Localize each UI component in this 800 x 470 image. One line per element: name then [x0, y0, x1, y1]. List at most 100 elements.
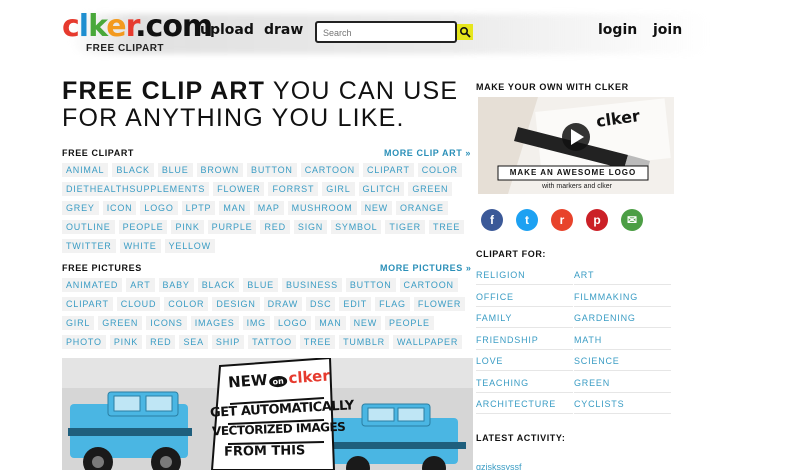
- latest-activity-item[interactable]: gziskssyssf: [476, 462, 522, 470]
- clipart-tag[interactable]: SIGN: [293, 220, 328, 234]
- clipart-tag[interactable]: ANIMAL: [62, 163, 109, 177]
- clipart-for-link[interactable]: MATH: [574, 335, 602, 345]
- more-pictures-link[interactable]: MORE PICTURES »: [380, 263, 472, 273]
- clipart-tag[interactable]: BLUE: [157, 163, 193, 177]
- picture-tag[interactable]: RED: [146, 335, 176, 349]
- picture-tag[interactable]: EDIT: [339, 297, 372, 311]
- nav-draw[interactable]: draw: [264, 22, 303, 38]
- picture-tag[interactable]: BUTTON: [345, 278, 396, 292]
- clipart-tag[interactable]: FLOWER: [213, 182, 265, 196]
- picture-tag[interactable]: CARTOON: [399, 278, 458, 292]
- picture-tag[interactable]: BUSINESS: [281, 278, 342, 292]
- picture-tag[interactable]: IMG: [242, 316, 270, 330]
- clipart-tag[interactable]: FORRST: [268, 182, 319, 196]
- clipart-for-link[interactable]: TEACHING: [476, 378, 529, 388]
- clipart-for-link[interactable]: SCIENCE: [574, 356, 620, 366]
- picture-tag[interactable]: WALLPAPER: [392, 335, 463, 349]
- clipart-for-link[interactable]: FAMILY: [476, 313, 512, 323]
- clipart-tag[interactable]: MUSHROOM: [287, 201, 357, 215]
- picture-tag[interactable]: COLOR: [164, 297, 209, 311]
- nav-join[interactable]: join: [653, 22, 682, 38]
- picture-tag[interactable]: PINK: [109, 335, 143, 349]
- clipart-tag[interactable]: MAN: [219, 201, 250, 215]
- clipart-tag[interactable]: ICON: [102, 201, 137, 215]
- picture-tag[interactable]: PHOTO: [62, 335, 106, 349]
- picture-tag[interactable]: GREEN: [98, 316, 143, 330]
- facebook-icon[interactable]: f: [481, 209, 503, 231]
- clipart-tag[interactable]: CLIPART: [362, 163, 414, 177]
- picture-tag[interactable]: LOGO: [273, 316, 312, 330]
- reddit-icon[interactable]: r: [551, 209, 573, 231]
- clipart-tag[interactable]: PEOPLE: [118, 220, 168, 234]
- clipart-tag[interactable]: TREE: [428, 220, 465, 234]
- picture-tag[interactable]: SHIP: [211, 335, 245, 349]
- picture-tag[interactable]: NEW: [349, 316, 381, 330]
- picture-tag[interactable]: CLOUD: [116, 297, 161, 311]
- twitter-icon[interactable]: t: [516, 209, 538, 231]
- clipart-tag[interactable]: ORANGE: [395, 201, 448, 215]
- picture-tag[interactable]: ANIMATED: [62, 278, 123, 292]
- search-button[interactable]: [457, 24, 473, 40]
- picture-tag[interactable]: TREE: [299, 335, 336, 349]
- picture-tag[interactable]: MAN: [315, 316, 346, 330]
- clipart-for-link[interactable]: FRIENDSHIP: [476, 335, 539, 345]
- site-logo[interactable]: clker.com FREE CLIPART: [62, 10, 213, 56]
- clker-video-thumbnail[interactable]: clker MAKE AN AWESOME LOGO with markers …: [478, 97, 674, 194]
- clipart-tag[interactable]: NEW: [360, 201, 392, 215]
- clipart-tag[interactable]: MAP: [253, 201, 284, 215]
- clipart-tag[interactable]: PURPLE: [207, 220, 257, 234]
- clipart-tag[interactable]: GREEN: [408, 182, 453, 196]
- more-clipart-link[interactable]: MORE CLIP ART »: [384, 148, 471, 158]
- picture-tag[interactable]: DSC: [306, 297, 336, 311]
- clipart-tag[interactable]: BROWN: [196, 163, 244, 177]
- picture-tag[interactable]: IMAGES: [190, 316, 239, 330]
- picture-tag[interactable]: FLAG: [375, 297, 410, 311]
- pinterest-icon[interactable]: p: [586, 209, 608, 231]
- clipart-for-link[interactable]: ART: [574, 270, 594, 280]
- picture-tag[interactable]: PEOPLE: [385, 316, 434, 330]
- clipart-for-link[interactable]: CYCLISTS: [574, 399, 624, 409]
- clipart-tag[interactable]: PINK: [171, 220, 204, 234]
- clipart-tag[interactable]: COLOR: [417, 163, 462, 177]
- clipart-tag[interactable]: CARTOON: [300, 163, 359, 177]
- clipart-tag[interactable]: LPTP: [181, 201, 216, 215]
- clipart-tag[interactable]: DIETHEALTHSUPPLEMENTS: [62, 182, 210, 196]
- clipart-tag[interactable]: GIRL: [322, 182, 355, 196]
- picture-tag[interactable]: BLACK: [197, 278, 240, 292]
- clipart-for-link[interactable]: GREEN: [574, 378, 610, 388]
- clipart-tag[interactable]: GREY: [62, 201, 99, 215]
- picture-tag[interactable]: FLOWER: [413, 297, 466, 311]
- search-input[interactable]: [317, 24, 455, 42]
- picture-tag[interactable]: TATTOO: [248, 335, 296, 349]
- picture-tag[interactable]: ICONS: [146, 316, 187, 330]
- picture-tag[interactable]: SEA: [179, 335, 208, 349]
- nav-upload[interactable]: upload: [200, 22, 254, 38]
- picture-tag[interactable]: BABY: [158, 278, 194, 292]
- picture-tag[interactable]: CLIPART: [62, 297, 113, 311]
- clipart-tag[interactable]: YELLOW: [164, 239, 215, 253]
- clipart-tag[interactable]: WHITE: [119, 239, 161, 253]
- picture-tag[interactable]: DESIGN: [212, 297, 260, 311]
- clipart-tag[interactable]: BUTTON: [247, 163, 297, 177]
- clipart-tag[interactable]: RED: [260, 220, 290, 234]
- clipart-for-link[interactable]: LOVE: [476, 356, 503, 366]
- clipart-tag[interactable]: TIGER: [385, 220, 425, 234]
- clipart-tag[interactable]: BLACK: [112, 163, 154, 177]
- clipart-tag[interactable]: SYMBOL: [331, 220, 382, 234]
- clipart-for-link[interactable]: OFFICE: [476, 292, 514, 302]
- clipart-for-link[interactable]: FILMMAKING: [574, 292, 638, 302]
- clipart-tag[interactable]: LOGO: [140, 201, 178, 215]
- vectorize-promo-banner[interactable]: NEW on clker GET AUTOMATICALLY VECTORIZED …: [62, 358, 473, 470]
- picture-tag[interactable]: DRAW: [263, 297, 302, 311]
- clipart-for-link[interactable]: GARDENING: [574, 313, 636, 323]
- clipart-tag[interactable]: GLITCH: [358, 182, 405, 196]
- picture-tag[interactable]: TUMBLR: [339, 335, 389, 349]
- clipart-for-link[interactable]: RELIGION: [476, 270, 525, 280]
- picture-tag[interactable]: GIRL: [62, 316, 95, 330]
- clipart-tag[interactable]: OUTLINE: [62, 220, 115, 234]
- clipart-for-link[interactable]: ARCHITECTURE: [476, 399, 556, 409]
- picture-tag[interactable]: BLUE: [243, 278, 278, 292]
- clipart-tag[interactable]: TWITTER: [62, 239, 116, 253]
- email-icon[interactable]: ✉: [621, 209, 643, 231]
- nav-login[interactable]: login: [598, 22, 637, 38]
